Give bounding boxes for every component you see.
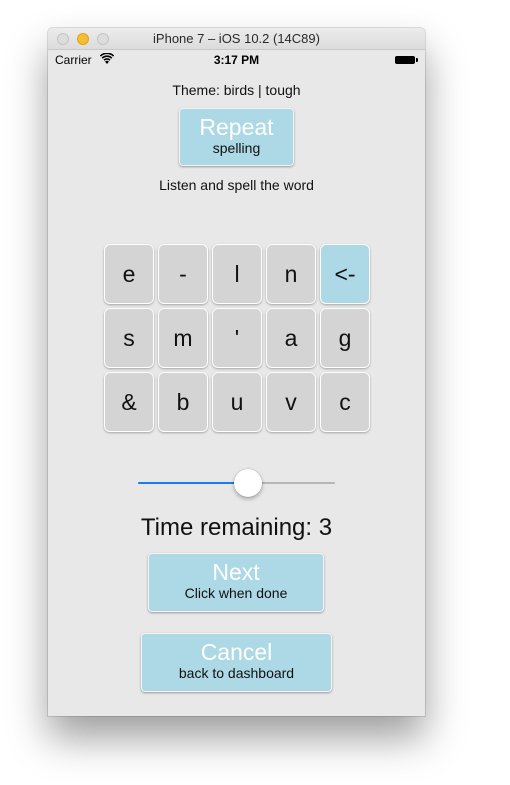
key-m[interactable]: m (158, 308, 208, 368)
status-time: 3:17 PM (213, 53, 260, 67)
key-g[interactable]: g (320, 308, 370, 368)
slider-fill (138, 482, 249, 484)
backspace-key[interactable]: <- (320, 244, 370, 304)
next-button[interactable]: Next Click when done (148, 553, 324, 612)
battery-icon (395, 56, 418, 64)
letter-keypad: e - l n <- s m ' a g & b u v c (104, 244, 370, 432)
simulator-window: iPhone 7 – iOS 10.2 (14C89) Carrier 3:17… (48, 28, 425, 716)
window-title: iPhone 7 – iOS 10.2 (14C89) (153, 31, 320, 46)
key-b[interactable]: b (158, 372, 208, 432)
key-c[interactable]: c (320, 372, 370, 432)
time-remaining-label: Time remaining: 3 (140, 514, 333, 541)
cancel-button[interactable]: Cancel back to dashboard (141, 633, 332, 692)
next-button-sublabel: Click when done (184, 585, 288, 601)
key-e[interactable]: e (104, 244, 154, 304)
repeat-spelling-button[interactable]: Repeat spelling (179, 108, 294, 166)
key-l[interactable]: l (212, 244, 262, 304)
key-v[interactable]: v (266, 372, 316, 432)
repeat-button-sublabel: spelling (212, 140, 261, 156)
key-s[interactable]: s (104, 308, 154, 368)
key-a[interactable]: a (266, 308, 316, 368)
spelling-screen: Theme: birds | tough Repeat spelling Lis… (48, 70, 425, 716)
key-hyphen[interactable]: - (158, 244, 208, 304)
cancel-button-sublabel: back to dashboard (178, 665, 295, 681)
key-apostrophe[interactable]: ' (212, 308, 262, 368)
next-button-label: Next (212, 559, 260, 585)
instruction-text: Listen and spell the word (159, 177, 314, 193)
key-u[interactable]: u (212, 372, 262, 432)
cancel-button-label: Cancel (200, 639, 273, 665)
ios-status-bar: Carrier 3:17 PM (48, 50, 425, 70)
theme-label: Theme: birds | tough (172, 82, 301, 98)
repeat-button-label: Repeat (199, 114, 274, 140)
key-ampersand[interactable]: & (104, 372, 154, 432)
time-slider[interactable] (138, 468, 335, 498)
slider-thumb[interactable] (234, 469, 263, 497)
title-bar: iPhone 7 – iOS 10.2 (14C89) (48, 28, 425, 50)
key-n[interactable]: n (266, 244, 316, 304)
